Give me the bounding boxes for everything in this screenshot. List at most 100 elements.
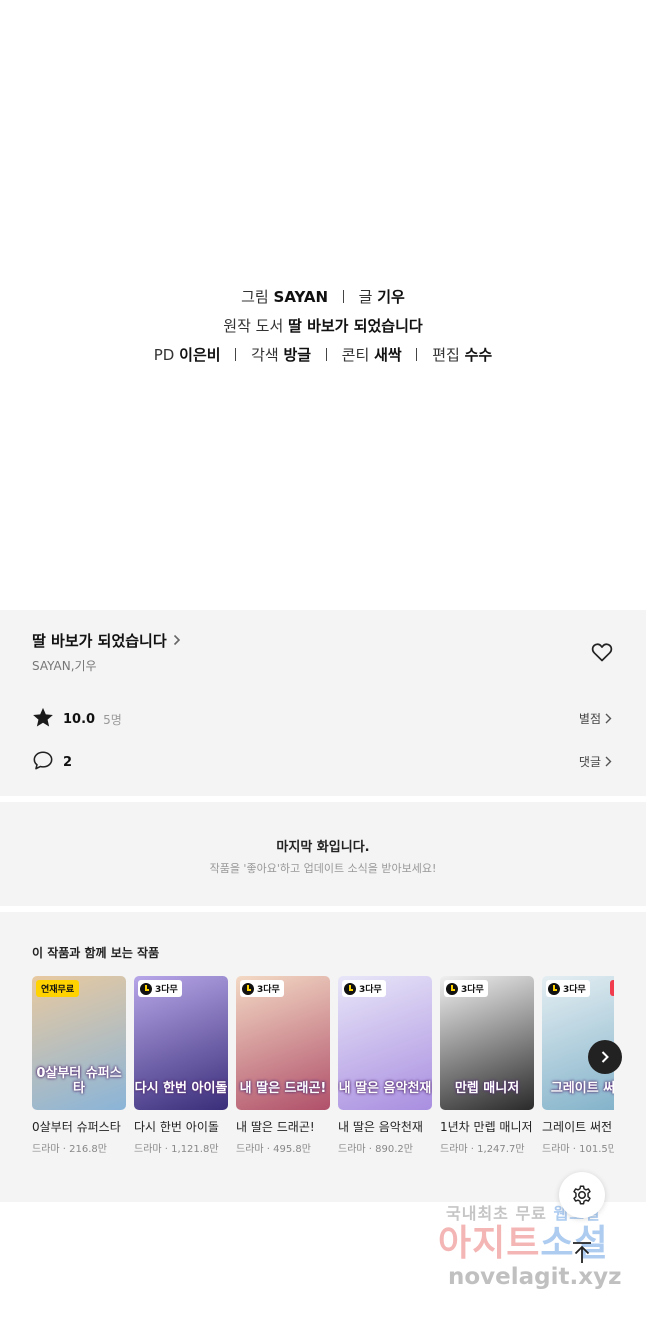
series-title-link[interactable]: 딸 바보가 되었습니다 (32, 630, 181, 651)
settings-button[interactable] (559, 1172, 605, 1218)
original-value: 딸 바보가 되었습니다 (288, 317, 423, 335)
rating-row: 10.0 5명 (32, 707, 122, 732)
pd-label: PD (153, 346, 175, 364)
last-episode-title: 마지막 화입니다. (276, 840, 370, 855)
clock-icon (140, 982, 152, 995)
chevron-right-icon (605, 713, 612, 724)
series-authors: SAYAN,기우 (32, 659, 97, 673)
rating-link[interactable]: 별점 (579, 710, 612, 727)
meta-separator: · (59, 1144, 70, 1155)
card-genre: 드라마 (338, 1144, 366, 1155)
cover-thumbnail[interactable]: 연재무료 0살부터 슈퍼스타 (32, 976, 126, 1110)
cover-title-art: 그레이트 써전 (550, 1081, 614, 1096)
card-meta: 드라마 · 1,121.8만 (134, 1140, 228, 1155)
carousel-next-button[interactable] (588, 1040, 622, 1074)
scroll-to-top-icon (573, 1242, 591, 1263)
meta-separator: · (365, 1144, 376, 1155)
wait-free-badge: 3다무 (342, 980, 386, 997)
card-views: 495.8만 (273, 1144, 311, 1155)
wait-free-badge: 3다무 (138, 980, 182, 997)
recommendation-card[interactable]: 3다무 내 딸은 드래곤! 내 딸은 드래곤! 드라마 · 495.8만 (236, 976, 330, 1155)
badge-label: 3다무 (155, 985, 178, 995)
clock-icon (548, 982, 560, 995)
star-icon (32, 707, 54, 732)
card-title: 1년차 만렙 매니저 (440, 1120, 533, 1134)
adapt-label: 각색 (251, 346, 279, 364)
pd-value: 이은비 (179, 346, 221, 364)
cover-title-art: 다시 한번 아이돌 (134, 1081, 228, 1096)
wait-free-badge: 3다무 (546, 980, 590, 997)
chevron-right-icon (605, 756, 612, 767)
cover-title-art: 만렙 매니저 (454, 1081, 520, 1096)
recommendations-section: 이 작품과 함께 보는 작품 연재무료 0살부터 슈퍼스타 0살부터 슈퍼스타드라마… (0, 912, 646, 1202)
divider (416, 348, 418, 361)
wait-free-badge: 3다무 (444, 980, 488, 997)
cover-thumbnail[interactable]: 3다무내 딸은 음악천재 (338, 976, 432, 1110)
rating-score: 10.0 (63, 712, 96, 727)
series-info-panel: 딸 바보가 되었습니다 SAYAN,기우 10.0 5명 별점 2 댓글 (0, 610, 646, 796)
conti-value: 새싹 (374, 346, 402, 364)
card-genre: 드라마 (134, 1144, 162, 1155)
series-title: 딸 바보가 되었습니다 (32, 632, 167, 650)
art-value: SAYAN (273, 288, 329, 306)
edit-label: 편집 (432, 346, 460, 364)
credits-block: 그림 SAYAN 글 기우 원작 도서 딸 바보가 되었습니다 PD 이은비 각… (0, 283, 646, 370)
clock-icon (242, 982, 254, 995)
card-genre: 드라마 (542, 1144, 570, 1155)
divider (342, 290, 344, 303)
card-title: 내 딸은 음악천재 (338, 1120, 423, 1134)
edit-value: 수수 (464, 346, 493, 364)
comment-row: 2 (32, 750, 72, 775)
card-meta: 드라마 · 1,247.7만 (440, 1140, 534, 1155)
credit-line-2: 원작 도서 딸 바보가 되었습니다 (0, 312, 646, 341)
last-episode-subtitle: 작품을 '좋아요'하고 업데이트 소식을 받아보세요! (209, 862, 437, 875)
meta-separator: · (263, 1144, 274, 1155)
recommendation-carousel[interactable]: 연재무료 0살부터 슈퍼스타 0살부터 슈퍼스타드라마 · 216.8만 3다무다시 … (32, 976, 614, 1196)
clock-icon (344, 982, 356, 995)
card-genre: 드라마 (32, 1144, 60, 1155)
heart-outline-icon[interactable] (590, 640, 614, 664)
original-label: 원작 도서 (223, 317, 284, 335)
divider (235, 348, 237, 361)
cover-title-art: 내 딸은 드래곤! (239, 1081, 327, 1096)
credit-line-3: PD 이은비 각색 방글 콘티 새싹 편집 수수 (0, 341, 646, 370)
card-title: 0살부터 슈퍼스타 (32, 1120, 121, 1134)
recommendation-card[interactable]: 연재무료 0살부터 슈퍼스타 0살부터 슈퍼스타드라마 · 216.8만 (32, 976, 126, 1155)
comment-link-label: 댓글 (578, 755, 601, 769)
watermark-line-3: novelagit.xyz (448, 1264, 622, 1290)
card-genre: 드라마 (440, 1144, 468, 1155)
badge-label: 3다무 (563, 985, 586, 995)
recommendation-card[interactable]: 3다무다시 한번 아이돌 다시 한번 아이돌드라마 · 1,121.8만 (134, 976, 228, 1155)
rating-link-label: 별점 (578, 712, 601, 726)
cover-thumbnail[interactable]: 3다무내 딸은 드래곤! (236, 976, 330, 1110)
recommendation-card[interactable]: 3다무만렙 매니저 1년차 만렙 매니저드라마 · 1,247.7만 (440, 976, 534, 1155)
speech-bubble-icon (32, 750, 54, 775)
chevron-right-icon (173, 631, 181, 650)
credit-line-1: 그림 SAYAN 글 기우 (0, 283, 646, 312)
scroll-to-top-button[interactable] (563, 1234, 601, 1272)
card-genre: 드라마 (236, 1144, 264, 1155)
recommendation-card[interactable]: 3다무 내 딸은 음악천재 내 딸은 음악천재 드라마 · 890.2만 (338, 976, 432, 1155)
recommendations-heading: 이 작품과 함께 보는 작품 (32, 946, 160, 960)
last-episode-notice: 마지막 화입니다. 작품을 '좋아요'하고 업데이트 소식을 받아보세요! (0, 802, 646, 906)
badge-label: 연재무료 (41, 985, 75, 995)
comment-link[interactable]: 댓글 (579, 753, 612, 770)
card-views: 890.2만 (375, 1144, 413, 1155)
conti-label: 콘티 (341, 346, 370, 364)
chevron-right-icon (601, 1051, 609, 1063)
cover-thumbnail[interactable]: 3다무만렙 매니저 (440, 976, 534, 1110)
card-meta: 드라마 · 101.5만 (542, 1140, 614, 1155)
divider (325, 348, 327, 361)
meta-separator: · (569, 1144, 580, 1155)
cover-title-art: 내 딸은 음악천재 (338, 1081, 432, 1096)
card-title: 내 딸은 드래곤! (236, 1120, 315, 1134)
meta-separator: · (161, 1144, 172, 1155)
badge-label: 3다무 (461, 985, 484, 995)
cover-thumbnail[interactable]: 3다무다시 한번 아이돌 (134, 976, 228, 1110)
badge-label: 3다무 (257, 985, 280, 995)
adapt-value: 방글 (283, 346, 312, 364)
gear-icon (573, 1185, 591, 1205)
card-title: 그레이트 써전 (542, 1120, 613, 1134)
card-views: 216.8만 (69, 1144, 107, 1155)
cover-title-art: 0살부터 슈퍼스타 (36, 1066, 122, 1096)
